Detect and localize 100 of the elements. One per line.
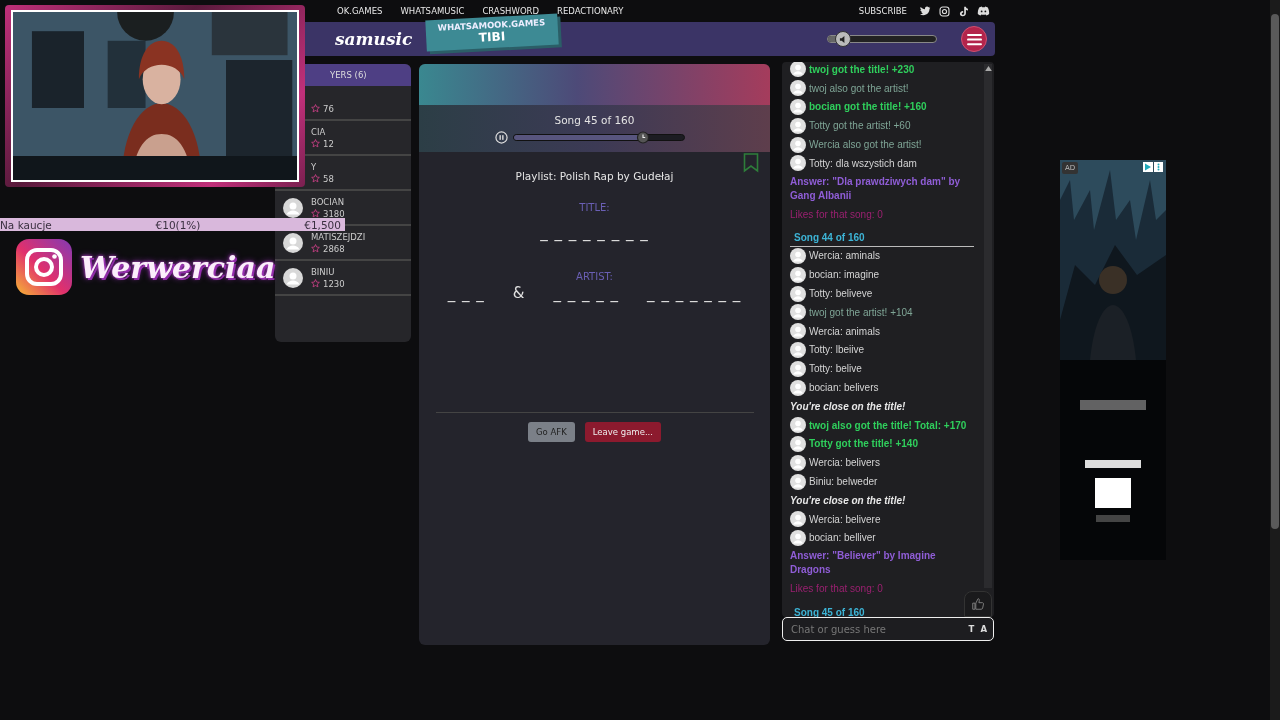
gamepad-icon[interactable] — [977, 6, 990, 16]
format-toggle[interactable]: T — [968, 624, 975, 634]
avatar-icon — [283, 267, 303, 288]
artist-blanks: _ _ _ _ _ _ _ — [647, 284, 742, 302]
camera-icon[interactable] — [939, 5, 950, 17]
player-score: 1230 — [323, 278, 345, 289]
chat-message: twoj also got the title! Total: +170 — [809, 419, 967, 431]
chat-message: bocian got the title! +160 — [809, 101, 927, 113]
page-scrollbar[interactable] — [1270, 0, 1280, 720]
format-toggle[interactable]: A — [980, 624, 987, 634]
speaker-icon[interactable] — [835, 31, 852, 47]
bookmark-icon[interactable] — [743, 153, 759, 173]
chat-message: Likes for that song: 0 — [790, 583, 883, 595]
avatar-icon — [790, 379, 806, 396]
avatar-icon — [790, 454, 806, 471]
avatar-icon — [790, 323, 806, 340]
star-icon — [311, 244, 320, 253]
nav-link[interactable]: OK.GAMES — [337, 6, 383, 16]
nav-link[interactable]: REDACTIONARY — [557, 6, 624, 16]
chat-message: Totty got the artist! +60 — [809, 120, 911, 132]
chat-message: You're close on the title! — [790, 400, 906, 412]
chat-message: You're close on the title! — [790, 494, 906, 506]
subscribe-link[interactable]: SUBSCRIBE — [858, 6, 907, 16]
star-icon — [311, 209, 320, 218]
chat-message: Wercia: belivers — [809, 457, 880, 469]
artist-blanks: _ _ _ — [447, 284, 485, 302]
chat-message: bocian: belliver — [809, 532, 876, 544]
thumbs-up-button[interactable] — [964, 591, 992, 617]
avatar-icon — [283, 197, 303, 218]
avatar-icon — [790, 247, 806, 264]
game-button[interactable]: Leave game... — [584, 422, 661, 442]
artist-blanks: & — [512, 284, 526, 302]
chat-input-field[interactable]: Chat or guess here T A — [782, 617, 994, 641]
artist-label: ARTIST: — [576, 271, 613, 282]
song-counter: Song 45 of 160 — [554, 114, 635, 126]
player-name: BINIU — [311, 266, 336, 277]
play-icon[interactable] — [1143, 162, 1163, 172]
game-button[interactable]: Go AFK — [528, 422, 575, 442]
avatar-icon — [790, 99, 806, 115]
player-score: 2868 — [323, 243, 345, 254]
chat-message: twoj also got the artist! — [809, 82, 909, 94]
nav-link[interactable]: CRASHWORD — [482, 6, 540, 16]
chat-message: twoj got the title! +230 — [809, 63, 915, 75]
donation-text: Na kaucje — [0, 218, 52, 231]
playlist-name: Playlist: Polish Rap by Gudełaj — [515, 170, 674, 182]
player-score: 12 — [323, 138, 334, 149]
channel-name: Werwerciaa — [80, 249, 276, 285]
player-name: MATISZEJDZI — [311, 231, 366, 242]
chat-message: Totty: lbeiive — [809, 344, 865, 356]
avatar-icon — [790, 136, 806, 153]
chat-message: Biniu: belweder — [809, 476, 878, 488]
chat-message: Song 45 of 160 — [794, 606, 865, 617]
avatar-icon — [790, 473, 806, 490]
chat-message: Wercia: animals — [809, 325, 880, 337]
note-icon[interactable] — [958, 5, 969, 17]
star-icon — [311, 104, 320, 113]
badge-room: TIBI — [478, 28, 506, 45]
player-name: CIA — [311, 126, 327, 137]
avatar-icon — [790, 80, 806, 97]
avatar-icon — [790, 304, 806, 321]
avatar-icon — [790, 266, 806, 283]
chat-message: Wercia: aminals — [809, 250, 880, 262]
avatar-icon — [790, 435, 806, 452]
player-score: 58 — [323, 173, 334, 184]
chat-message: Totty: beliveve — [809, 288, 873, 300]
chat-message: Answer: "Dla prawdziwych dam" by Gang Albanii — [790, 174, 962, 203]
player-name: BOCIAN — [311, 196, 345, 207]
title-label: TITLE: — [579, 202, 610, 213]
player-name: Y — [311, 161, 318, 172]
chat-message: Answer: "Believer" by Imagine Dragons — [790, 549, 937, 578]
avatar-icon — [790, 285, 806, 302]
menu-button[interactable] — [961, 26, 987, 52]
thumbs-up-icon[interactable] — [971, 597, 985, 611]
avatar-icon — [790, 117, 806, 134]
bird-icon[interactable] — [919, 5, 931, 17]
chat-message: Wercia also got the artist! — [809, 139, 922, 151]
site-logo[interactable]: samusic — [335, 29, 413, 49]
chat-message: bocian: belivers — [809, 382, 879, 394]
chat-message: Totty: belive — [809, 363, 862, 375]
chat-message: Totty got the title! +140 — [809, 438, 918, 450]
artist-blanks: _ _ _ _ _ — [553, 284, 620, 302]
chat-scrollbar[interactable] — [984, 64, 992, 588]
chat-message: Totty: dla wszystich dam — [809, 157, 917, 169]
chat-message: Wercia: belivere — [809, 513, 881, 525]
pause-icon[interactable] — [494, 131, 508, 144]
avatar-icon — [790, 360, 806, 377]
nav-link[interactable]: WHATSAMUSIC — [400, 6, 465, 16]
avatar-icon — [790, 417, 806, 434]
donation-text: €1,500 — [304, 218, 341, 231]
avatar-icon — [790, 62, 806, 78]
avatar-icon — [790, 529, 806, 546]
chat-message: Song 44 of 160 — [794, 232, 865, 244]
player-score: 76 — [323, 103, 334, 114]
player-score: 3180 — [323, 208, 345, 219]
chat-message: twoj got the artist! +104 — [809, 306, 913, 318]
menu-icon[interactable] — [966, 32, 982, 46]
avatar-icon — [790, 341, 806, 358]
chat-message: bocian: imagine — [809, 269, 880, 281]
avatar-icon — [790, 511, 806, 528]
arrow-up-icon[interactable] — [984, 66, 992, 71]
